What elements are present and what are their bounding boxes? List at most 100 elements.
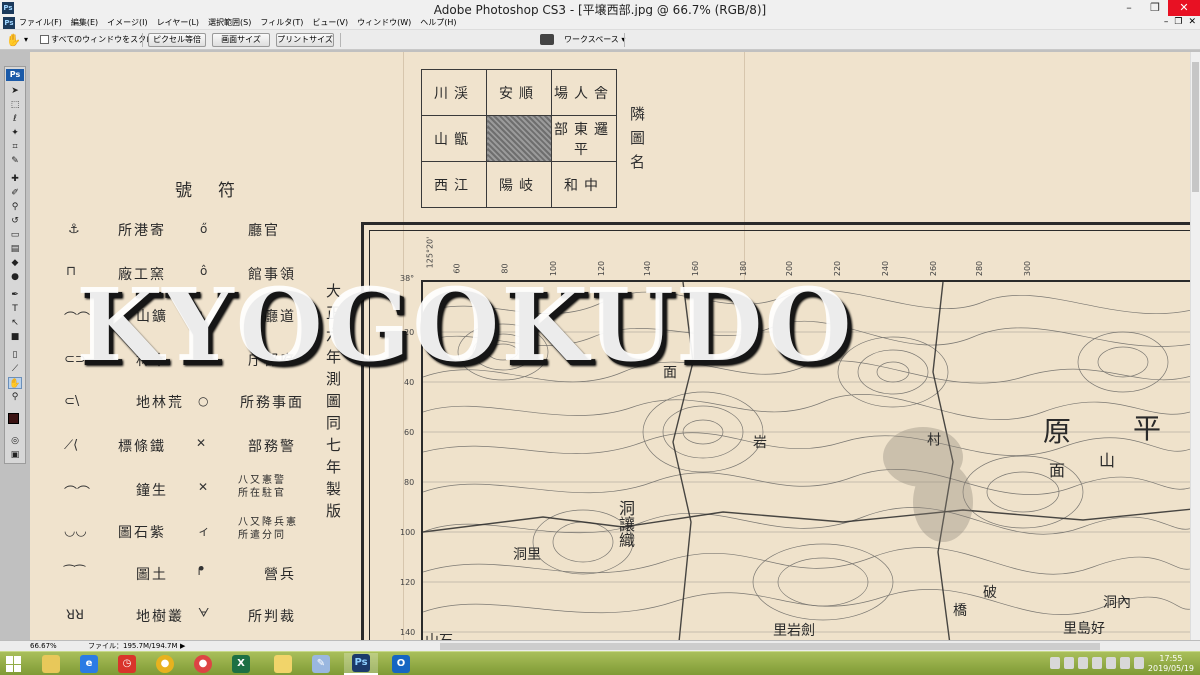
eraser-icon[interactable]: ▭ [8, 229, 22, 241]
type-icon[interactable]: T [8, 303, 22, 315]
file-explorer-icon[interactable] [34, 653, 68, 675]
horizontal-scroll-thumb[interactable] [440, 643, 1100, 650]
scroll-all-windows-checkbox[interactable] [40, 35, 49, 44]
options-separator [142, 33, 143, 47]
legend-item: 圖土 [136, 567, 168, 583]
options-bar: ✋ ▾ すべてのウィンドウをスクロール ピクセル等倍 画面サイズ プリントサイズ… [0, 30, 1200, 50]
map-tick-label: 100 [400, 528, 416, 537]
map-place-label: 山石 [425, 630, 453, 640]
neighbor-cell: 安順 [486, 69, 552, 116]
gradient-icon[interactable]: ▤ [8, 243, 22, 255]
map-place-label: 村 [925, 432, 941, 446]
minimize-button[interactable]: – [1116, 0, 1142, 16]
tool-preset-chevron-icon[interactable]: ▾ [24, 35, 28, 44]
menu-bar: Ps ファイル(F) 編集(E) イメージ(I) レイヤー(L) 選択範囲(S)… [0, 16, 1200, 30]
foreground-color-swatch[interactable] [8, 413, 19, 424]
start-button[interactable] [6, 656, 22, 672]
document-canvas[interactable]: 川渓 安順 場人舎 山甑 部東邏平 西江 陽岐 和中 隣圖名 號符 ⚓ 所港寄 … [30, 52, 1190, 640]
healing-brush-icon[interactable]: ✚ [8, 173, 22, 185]
legend-item: 圖石紫 [118, 525, 166, 541]
document-window-controls: – ❐ ✕ [1164, 17, 1196, 27]
options-separator [340, 33, 341, 47]
workspace-menu[interactable]: ワークスペース ▾ [564, 34, 625, 45]
print-size-button[interactable]: プリントサイズ [276, 33, 334, 47]
move-icon[interactable]: ➤ [8, 85, 22, 97]
dodge-icon[interactable]: ● [8, 271, 22, 283]
map-place-label: 洞內 [1103, 595, 1131, 611]
legend-item: 鐘生 [136, 483, 168, 499]
menu-image[interactable]: イメージ(I) [107, 17, 147, 29]
legend-item: 所判裁 [248, 609, 296, 625]
menu-window[interactable]: ウィンドウ(W) [357, 17, 411, 29]
vertical-scroll-thumb[interactable] [1192, 62, 1199, 192]
chrome-icon[interactable]: ● [148, 653, 182, 675]
zoom-level[interactable]: 66.67% [30, 641, 57, 651]
map-tick-label: 280 [975, 260, 985, 277]
slice-icon[interactable]: ✎ [8, 155, 22, 167]
document-icon[interactable]: Ps [3, 17, 15, 29]
marquee-icon[interactable]: ⬚ [8, 99, 22, 111]
ie-icon[interactable]: e [72, 653, 106, 675]
eyedropper-icon[interactable]: ⟋ [8, 363, 22, 375]
fit-screen-button[interactable]: 画面サイズ [212, 33, 270, 47]
map-tick-label: 260 [929, 260, 939, 277]
vertical-scrollbar[interactable] [1190, 52, 1200, 640]
map-place-label: 里島好 [1063, 621, 1105, 637]
legend-item: 所港寄 [118, 223, 166, 239]
legend-item: 部務警 [248, 439, 296, 455]
paint-icon[interactable]: ✎ [304, 653, 338, 675]
status-menu-arrow-icon[interactable]: ▶ [180, 641, 185, 651]
legend-symbol: ⊂\ [64, 394, 80, 409]
legend-item: 營兵 [264, 567, 296, 583]
excel-icon[interactable]: X [224, 653, 258, 675]
hand-icon[interactable]: ✋ [8, 377, 22, 389]
neighbor-cell: 和中 [551, 161, 617, 208]
menu-help[interactable]: ヘルプ(H) [420, 17, 456, 29]
system-tray[interactable] [1050, 657, 1144, 669]
map-tick-label: 120 [400, 578, 416, 587]
maximize-button[interactable]: ❐ [1142, 0, 1168, 16]
legend-symbol: ✕ [198, 480, 209, 494]
workspace-icon[interactable] [540, 34, 554, 45]
clone-stamp-icon[interactable]: ⚲ [8, 201, 22, 213]
path-select-icon[interactable]: ↖ [8, 317, 22, 329]
pen-icon[interactable]: ✒ [8, 289, 22, 301]
neighbor-sheets-grid: 川渓 安順 場人舎 山甑 部東邏平 西江 陽岐 和中 [421, 69, 617, 208]
magic-wand-icon[interactable]: ✦ [8, 127, 22, 139]
outlook-icon[interactable]: O [384, 653, 418, 675]
window-controls: – ❐ ✕ [1116, 0, 1200, 16]
menu-filter[interactable]: フィルタ(T) [260, 17, 303, 29]
menu-select[interactable]: 選択範囲(S) [208, 17, 251, 29]
legend-symbol: ꓤꓤ [66, 608, 85, 623]
notes-icon[interactable]: ▯ [8, 349, 22, 361]
close-button[interactable]: ✕ [1168, 0, 1200, 16]
menu-view[interactable]: ビュー(V) [312, 17, 348, 29]
zoom-icon[interactable]: ⚲ [8, 391, 22, 403]
doc-close-button[interactable]: ✕ [1188, 17, 1196, 27]
shape-icon[interactable]: ■ [8, 331, 22, 343]
hand-tool-icon[interactable]: ✋ [6, 33, 21, 47]
menu-file[interactable]: ファイル(F) [19, 17, 62, 29]
lasso-icon[interactable]: ℓ [8, 113, 22, 125]
blur-icon[interactable]: ◆ [8, 257, 22, 269]
crop-icon[interactable]: ⌗ [8, 141, 22, 153]
photoshop-icon[interactable]: Ps [344, 653, 378, 675]
clock[interactable]: 17:55 2019/05/19 [1148, 654, 1194, 674]
menu-edit[interactable]: 編集(E) [71, 17, 98, 29]
legend-item: 地樹叢 [136, 609, 184, 625]
doc-minimize-button[interactable]: – [1164, 17, 1169, 27]
screen-mode-icon[interactable]: ▣ [8, 449, 22, 461]
history-brush-icon[interactable]: ↺ [8, 215, 22, 227]
menu-layer[interactable]: レイヤー(L) [157, 17, 199, 29]
map-place-label: 里岩劍 [773, 623, 815, 639]
photo-icon[interactable] [266, 653, 300, 675]
quick-mask-icon[interactable]: ◎ [8, 435, 22, 447]
alarm-app-icon[interactable]: ◷ [110, 653, 144, 675]
brush-icon[interactable]: ✐ [8, 187, 22, 199]
kyogokudo-watermark: KYOGOKUDO [76, 266, 854, 384]
actual-pixels-button[interactable]: ピクセル等倍 [148, 33, 206, 47]
chrome-alt-icon[interactable]: ● [186, 653, 220, 675]
doc-restore-button[interactable]: ❐ [1174, 17, 1182, 27]
legend-symbol: ⊓ [66, 264, 77, 279]
legend-item: 廳官 [248, 223, 280, 239]
